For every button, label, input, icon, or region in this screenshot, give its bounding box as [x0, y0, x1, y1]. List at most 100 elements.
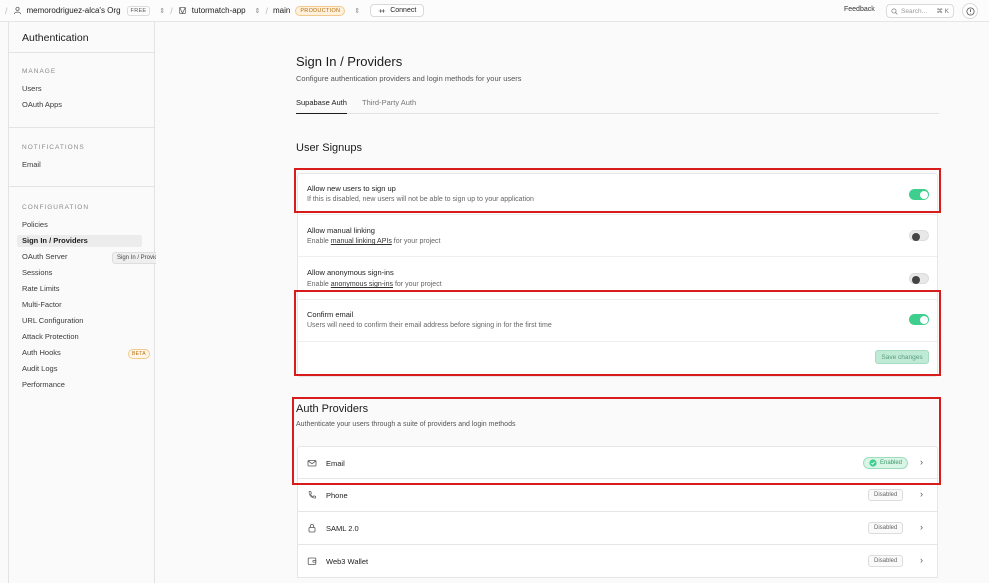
- search-icon: [891, 7, 898, 15]
- section-notifications: NOTIFICATIONS: [22, 144, 85, 151]
- setting-row-allow-signup: Allow new users to sign up If this is di…: [298, 174, 937, 215]
- project-switcher[interactable]: tutormatch-app ⇕: [178, 6, 261, 15]
- project-icon: [178, 6, 186, 15]
- help-button[interactable]: [962, 3, 978, 19]
- desc-text: Enable: [307, 281, 331, 288]
- setting-title: Allow anonymous sign-ins: [307, 268, 394, 277]
- setting-description: Enable manual linking APIs for your proj…: [307, 238, 440, 245]
- sidebar-item-rate-limits[interactable]: Rate Limits: [22, 283, 60, 295]
- save-changes-button[interactable]: Save changes: [875, 350, 929, 364]
- sidebar-item-email[interactable]: Email: [22, 159, 41, 171]
- page-title: Sign In / Providers: [296, 54, 403, 69]
- chevron-up-down-icon[interactable]: ⇕: [159, 7, 165, 15]
- status-badge: Disabled: [868, 489, 904, 501]
- sidebar: Authentication MANAGE Users OAuth Apps N…: [8, 22, 155, 583]
- branch-switcher[interactable]: main PRODUCTION ⇕: [273, 5, 360, 16]
- status-badge: Enabled: [863, 457, 909, 469]
- section-configuration: CONFIGURATION: [22, 204, 90, 211]
- search-placeholder: Search...: [901, 7, 928, 15]
- divider: [9, 186, 155, 187]
- desc-text: for your project: [393, 281, 442, 288]
- chevron-up-down-icon[interactable]: ⇕: [354, 7, 360, 15]
- connect-button[interactable]: Connect: [370, 4, 425, 17]
- provider-name: SAML 2.0: [326, 524, 359, 533]
- status-badge: Disabled: [868, 522, 904, 534]
- sidebar-item-url-configuration[interactable]: URL Configuration: [22, 315, 83, 327]
- toggle-knob: [919, 190, 928, 199]
- org-name: memorodriguez-alca's Org: [26, 6, 121, 15]
- top-bar: / memorodriguez-alca's Org FREE ⇕ / tuto…: [0, 0, 989, 22]
- feedback-button[interactable]: Feedback: [844, 6, 875, 13]
- sidebar-title: Authentication: [22, 32, 89, 44]
- plan-badge: FREE: [126, 5, 151, 16]
- chevron-right-icon: ›: [920, 522, 923, 532]
- anonymous-toggle[interactable]: [909, 273, 929, 284]
- project-name: tutormatch-app: [191, 6, 246, 15]
- lock-icon: [308, 524, 316, 533]
- status-badge: Disabled: [868, 555, 904, 567]
- sidebar-item-sessions[interactable]: Sessions: [22, 267, 52, 279]
- setting-title: Allow new users to sign up: [307, 184, 396, 193]
- check-circle-icon: [869, 459, 877, 467]
- breadcrumb-separator: /: [5, 5, 8, 16]
- sidebar-item-audit-logs[interactable]: Audit Logs: [22, 363, 57, 375]
- branch-name: main: [273, 6, 291, 15]
- search-shortcut: ⌘ K: [936, 8, 949, 15]
- setting-title: Allow manual linking: [307, 226, 375, 235]
- toggle-knob: [911, 232, 920, 241]
- search-input[interactable]: Search... ⌘ K: [886, 4, 954, 18]
- sidebar-item-performance[interactable]: Performance: [22, 379, 65, 391]
- org-icon: [13, 6, 21, 15]
- sidebar-item-users[interactable]: Users: [22, 83, 42, 95]
- chevron-right-icon: ›: [920, 489, 923, 499]
- org-switcher[interactable]: memorodriguez-alca's Org FREE ⇕: [13, 5, 165, 16]
- help-icon: [965, 6, 975, 16]
- section-subtitle-auth-providers: Authenticate your users through a suite …: [296, 421, 516, 428]
- manual-linking-link[interactable]: manual linking APIs: [331, 238, 392, 245]
- provider-name: Web3 Wallet: [326, 557, 369, 566]
- tab-supabase-auth[interactable]: Supabase Auth: [296, 98, 347, 114]
- beta-badge: BETA: [128, 349, 150, 359]
- chevron-right-icon: ›: [920, 555, 923, 565]
- provider-row-email[interactable]: Email Enabled ›: [297, 446, 938, 479]
- toggle-knob: [919, 315, 928, 324]
- setting-row-manual-linking: Allow manual linking Enable manual linki…: [298, 215, 937, 257]
- setting-row-confirm-email: Confirm email Users will need to confirm…: [298, 300, 937, 342]
- tab-third-party-auth[interactable]: Third-Party Auth: [362, 98, 416, 113]
- plug-icon: [379, 8, 386, 13]
- wallet-icon: [307, 557, 317, 565]
- mail-icon: [307, 460, 317, 467]
- section-title-user-signups: User Signups: [296, 142, 363, 154]
- sidebar-item-multi-factor[interactable]: Multi-Factor: [22, 299, 62, 311]
- breadcrumb-separator: /: [265, 5, 268, 16]
- environment-badge: PRODUCTION: [295, 5, 346, 16]
- chevron-up-down-icon[interactable]: ⇕: [255, 7, 261, 15]
- phone-icon: [308, 491, 316, 499]
- setting-description: Enable anonymous sign-ins for your proje…: [307, 281, 442, 288]
- provider-row-web3-wallet[interactable]: Web3 Wallet Disabled ›: [297, 545, 938, 578]
- sidebar-item-oauth-apps[interactable]: OAuth Apps: [22, 99, 62, 111]
- sidebar-item-attack-protection[interactable]: Attack Protection: [22, 331, 79, 343]
- main-content: Sign In / Providers Configure authentica…: [156, 22, 989, 583]
- setting-description: Users will need to confirm their email a…: [307, 322, 552, 329]
- allow-signup-toggle[interactable]: [909, 189, 929, 200]
- confirm-email-toggle[interactable]: [909, 314, 929, 325]
- sidebar-item-auth-hooks[interactable]: Auth Hooks: [22, 347, 61, 359]
- setting-title: Confirm email: [307, 310, 354, 319]
- section-manage: MANAGE: [22, 68, 57, 75]
- provider-row-saml[interactable]: SAML 2.0 Disabled ›: [297, 512, 938, 545]
- anonymous-sign-ins-link[interactable]: anonymous sign-ins: [331, 281, 393, 288]
- section-title-auth-providers: Auth Providers: [296, 403, 369, 415]
- sidebar-item-policies[interactable]: Policies: [22, 219, 48, 231]
- status-label: Enabled: [880, 460, 903, 466]
- sidebar-item-oauth-server[interactable]: OAuth Server: [22, 251, 67, 263]
- toggle-knob: [911, 275, 920, 284]
- provider-row-phone[interactable]: Phone Disabled ›: [297, 479, 938, 512]
- divider: [9, 127, 155, 128]
- desc-text: Enable: [307, 238, 331, 245]
- manual-linking-toggle[interactable]: [909, 230, 929, 241]
- sidebar-item-sign-in-providers[interactable]: Sign In / Providers: [17, 235, 142, 247]
- provider-name: Email: [326, 459, 345, 468]
- user-signups-card: Allow new users to sign up If this is di…: [297, 173, 938, 377]
- chevron-right-icon: ›: [920, 457, 923, 467]
